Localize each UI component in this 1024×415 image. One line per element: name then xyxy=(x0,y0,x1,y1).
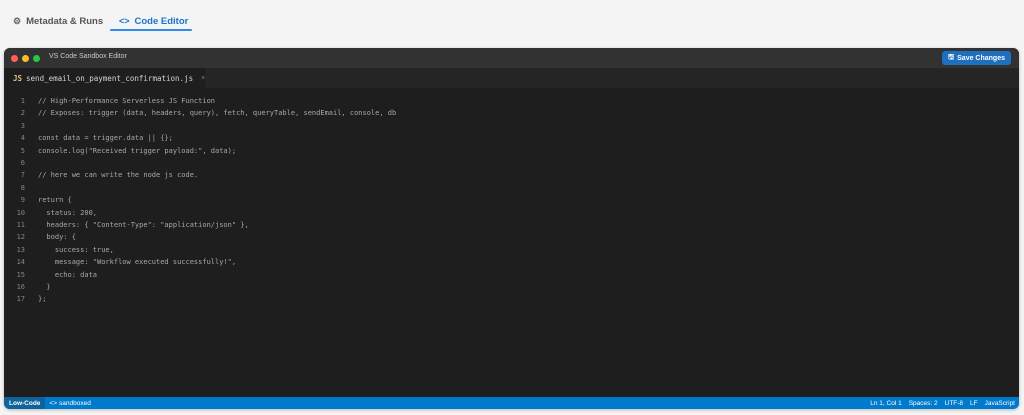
close-window-dot[interactable] xyxy=(11,55,18,62)
gear-icon: ⚙ xyxy=(13,15,22,26)
line-number: 5 xyxy=(20,146,25,155)
code-text: return { xyxy=(38,196,72,205)
code-text: const data = trigger.data || {}; xyxy=(38,134,173,143)
save-icon: 🖫 xyxy=(948,53,955,61)
code-line[interactable]: 5 console.log("Received trigger payload:"… xyxy=(4,145,1019,157)
tab-code-editor[interactable]: <> Code Editor xyxy=(119,11,188,31)
line-number: 7 xyxy=(20,171,25,180)
line-number: 16 xyxy=(16,283,25,291)
code-line[interactable]: 4 const data = trigger.data || {}; xyxy=(4,132,1019,144)
status-sandboxed-label: sandboxed xyxy=(59,399,91,407)
status-mode[interactable]: Low-Code xyxy=(4,397,46,409)
code-line[interactable]: 13 success: true, xyxy=(4,244,1019,256)
code-text: }; xyxy=(38,295,47,304)
line-number: 13 xyxy=(16,245,25,254)
code-line[interactable]: 15 echo: data xyxy=(4,269,1019,281)
code-line[interactable]: 12 body: { xyxy=(4,231,1019,243)
code-icon: <> xyxy=(119,16,130,26)
code-line[interactable]: 3 xyxy=(4,120,1019,132)
line-number: 12 xyxy=(16,233,25,242)
code-line[interactable]: 7 // here we can write the node js code. xyxy=(4,169,1019,181)
line-number: 17 xyxy=(16,295,25,304)
line-number: 6 xyxy=(20,159,25,167)
active-tab-indicator xyxy=(110,29,192,31)
code-line[interactable]: 10 status: 200, xyxy=(4,207,1019,219)
maximize-window-dot[interactable] xyxy=(33,55,40,62)
file-tab-bar: JS send_email_on_payment_confirmation.js… xyxy=(4,68,1019,88)
line-number: 8 xyxy=(20,183,25,192)
status-sandboxed: <> sandboxed xyxy=(49,400,90,407)
top-tab-bar: ⚙ Metadata & Runs <> Code Editor xyxy=(0,0,1024,40)
code-line[interactable]: 6 xyxy=(4,157,1019,169)
line-number: 14 xyxy=(16,258,25,267)
code-text: console.log("Received trigger payload:",… xyxy=(38,146,237,155)
status-language[interactable]: JavaScript xyxy=(985,400,1015,407)
tab-code-editor-label: Code Editor xyxy=(134,15,189,27)
code-line[interactable]: 2 // Exposes: trigger (data, headers, que… xyxy=(4,107,1019,119)
line-number: 11 xyxy=(16,221,25,229)
line-number: 9 xyxy=(20,196,25,205)
code-line[interactable]: 11 headers: { "Content-Type": "applicati… xyxy=(4,219,1019,231)
file-tab[interactable]: JS send_email_on_payment_confirmation.js… xyxy=(4,68,207,88)
code-line[interactable]: 1 // High-Performance Serverless JS Funct… xyxy=(4,95,1019,107)
status-eol[interactable]: LF xyxy=(970,400,978,407)
code-editor-window: VS Code Sandbox Editor 🖫 Save Changes JS… xyxy=(4,48,1019,409)
tab-metadata-runs[interactable]: ⚙ Metadata & Runs xyxy=(13,11,103,31)
code-area[interactable]: 1 // High-Performance Serverless JS Funct… xyxy=(4,95,1019,395)
close-tab-icon[interactable]: × xyxy=(201,75,205,82)
code-icon: <> xyxy=(49,399,58,407)
window-title: VS Code Sandbox Editor xyxy=(49,53,127,60)
code-text: message: "Workflow executed successfully… xyxy=(38,258,237,267)
code-line[interactable]: 8 xyxy=(4,182,1019,194)
code-line[interactable]: 9 return { xyxy=(4,194,1019,206)
code-text: status: 200, xyxy=(38,208,98,217)
file-tab-name: send_email_on_payment_confirmation.js xyxy=(26,73,194,83)
line-number: 2 xyxy=(20,109,25,118)
javascript-file-icon: JS xyxy=(13,73,23,83)
code-text: } xyxy=(38,283,51,291)
line-number: 4 xyxy=(20,134,25,143)
line-number: 3 xyxy=(20,121,25,130)
editor-titlebar: VS Code Sandbox Editor 🖫 Save Changes xyxy=(4,48,1019,68)
code-text: echo: data xyxy=(38,270,98,279)
code-text: // here we can write the node js code. xyxy=(38,171,199,180)
code-line[interactable]: 16 } xyxy=(4,281,1019,293)
line-number: 15 xyxy=(16,270,25,279)
code-text: headers: { "Content-Type": "application/… xyxy=(38,221,249,229)
line-number: 1 xyxy=(20,97,25,105)
save-changes-button[interactable]: 🖫 Save Changes xyxy=(942,51,1011,65)
status-indentation[interactable]: Spaces: 2 xyxy=(909,400,938,407)
line-number: 10 xyxy=(16,208,25,217)
code-text: // High-Performance Serverless JS Functi… xyxy=(38,97,216,105)
save-changes-label: Save Changes xyxy=(957,54,1005,62)
code-line[interactable]: 17}; xyxy=(4,293,1019,305)
code-line[interactable]: 14 message: "Workflow executed successfu… xyxy=(4,256,1019,268)
code-text: success: true, xyxy=(38,245,114,254)
status-encoding[interactable]: UTF-8 xyxy=(945,400,963,407)
minimize-window-dot[interactable] xyxy=(22,55,29,62)
tab-metadata-label: Metadata & Runs xyxy=(26,15,104,27)
status-cursor-position[interactable]: Ln 1, Col 1 xyxy=(870,400,901,407)
code-text: body: { xyxy=(38,233,76,242)
status-bar: Low-Code <> sandboxed Ln 1, Col 1 Spaces… xyxy=(4,397,1019,409)
code-text: // Exposes: trigger (data, headers, quer… xyxy=(38,109,397,118)
